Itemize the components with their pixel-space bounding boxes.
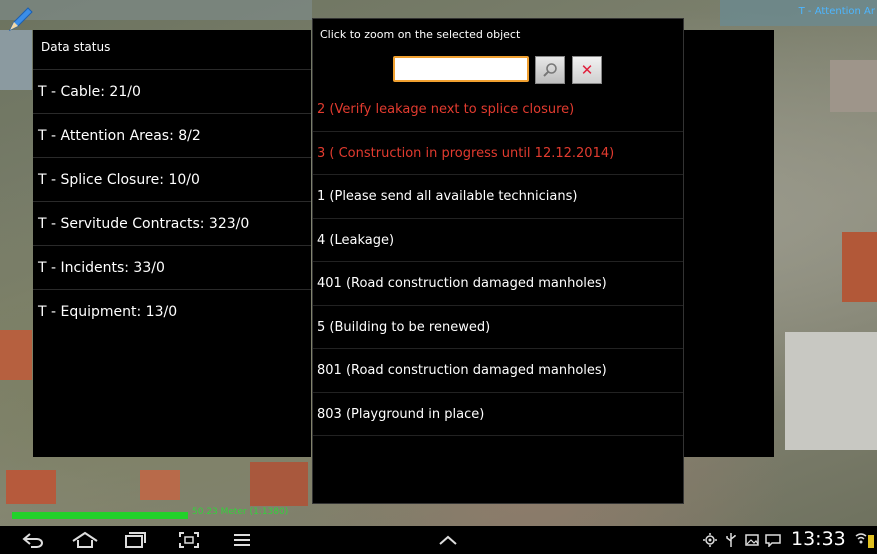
- status-item-equipment[interactable]: T - Equipment: 13/0: [33, 289, 311, 333]
- usb-icon: [724, 530, 738, 550]
- status-clock: 13:33: [791, 528, 846, 550]
- dialog-title: Click to zoom on the selected object: [320, 28, 521, 41]
- result-item[interactable]: 4 (Leakage): [313, 219, 683, 262]
- status-item-cable[interactable]: T - Cable: 21/0: [33, 69, 311, 113]
- data-status-panel: Data status T - Cable: 21/0 T - Attentio…: [33, 30, 311, 457]
- result-item[interactable]: 2 (Verify leakage next to splice closure…: [313, 88, 683, 132]
- result-item[interactable]: 401 (Road construction damaged manholes): [313, 262, 683, 306]
- location-icon: [702, 530, 718, 550]
- message-icon: [764, 530, 782, 550]
- result-item[interactable]: 1 (Please send all available technicians…: [313, 175, 683, 219]
- map-scale-bar: [12, 512, 188, 519]
- magnifier-icon: [543, 63, 557, 77]
- home-icon[interactable]: [70, 530, 100, 550]
- map-layer-label: T - Attention Ar: [798, 6, 875, 17]
- result-item[interactable]: 801 (Road construction damaged manholes): [313, 349, 683, 393]
- data-status-title: Data status: [41, 40, 111, 54]
- status-item-attention-areas[interactable]: T - Attention Areas: 8/2: [33, 113, 311, 157]
- map-road: [0, 0, 312, 20]
- screenshot-icon[interactable]: [176, 530, 202, 550]
- wifi-battery-icon: [854, 530, 876, 550]
- search-button[interactable]: [535, 56, 565, 84]
- clear-button[interactable]: ✕: [572, 56, 602, 84]
- pencil-icon[interactable]: [6, 4, 36, 34]
- map-building: [830, 60, 877, 112]
- back-icon[interactable]: [20, 530, 46, 550]
- recent-apps-icon[interactable]: [122, 530, 148, 550]
- data-status-list: T - Cable: 21/0 T - Attention Areas: 8/2…: [33, 69, 311, 333]
- map-building: [140, 470, 180, 500]
- map-building: [785, 332, 877, 450]
- search-input[interactable]: [393, 56, 529, 82]
- map-building: [0, 30, 32, 90]
- result-item[interactable]: 803 (Playground in place): [313, 393, 683, 436]
- chevron-up-icon[interactable]: [436, 530, 460, 550]
- map-building: [250, 462, 308, 506]
- gallery-icon: [744, 530, 760, 550]
- status-item-incidents[interactable]: T - Incidents: 33/0: [33, 245, 311, 289]
- map-scale-label: 50.23 Meter (1:1380): [192, 507, 289, 517]
- map-building: [0, 330, 32, 380]
- result-item[interactable]: 5 (Building to be renewed): [313, 306, 683, 349]
- map-building: [842, 232, 877, 302]
- search-dialog: Click to zoom on the selected object ✕ 2…: [312, 18, 684, 504]
- result-item[interactable]: 3 ( Construction in progress until 12.12…: [313, 132, 683, 175]
- menu-icon[interactable]: [230, 530, 254, 550]
- results-list: 2 (Verify leakage next to splice closure…: [313, 88, 683, 436]
- side-panel-backdrop: [684, 30, 774, 457]
- system-navigation-bar: 13:33: [0, 526, 877, 554]
- map-building: [6, 470, 56, 504]
- status-item-splice-closure[interactable]: T - Splice Closure: 10/0: [33, 157, 311, 201]
- status-item-servitude-contracts[interactable]: T - Servitude Contracts: 323/0: [33, 201, 311, 245]
